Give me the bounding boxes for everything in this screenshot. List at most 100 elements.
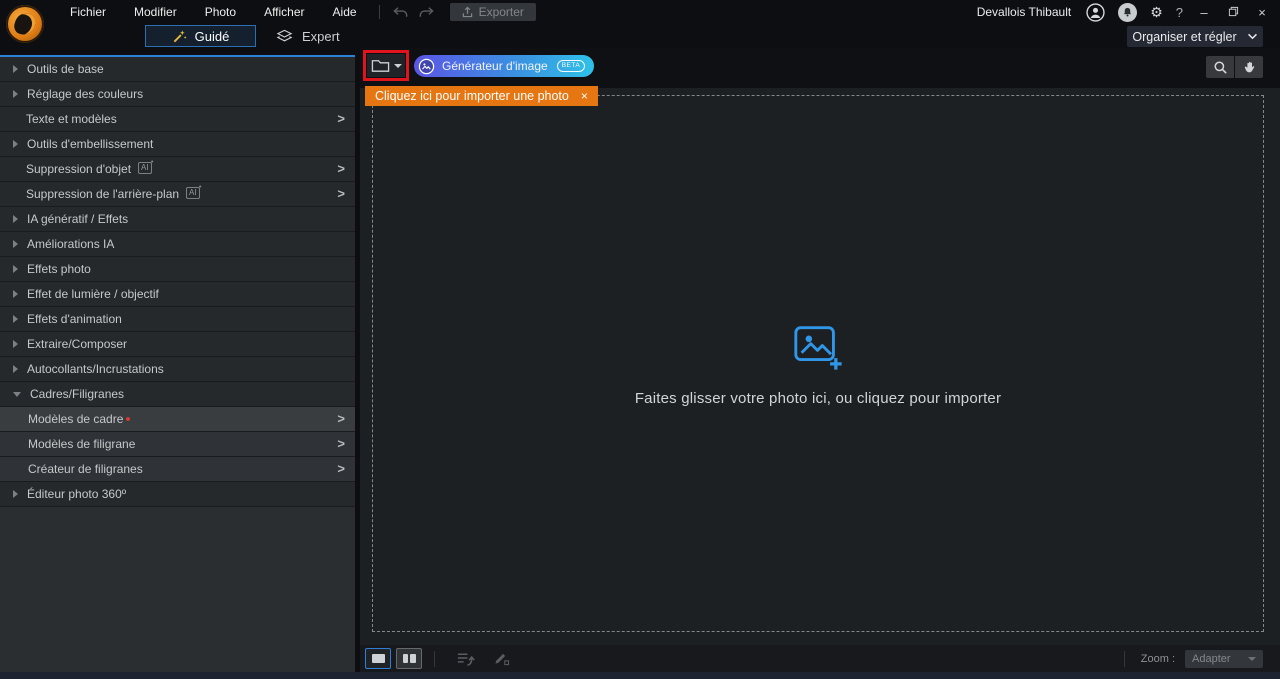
- tab-guided-label: Guidé: [194, 28, 230, 44]
- tab-guided[interactable]: Guidé: [145, 25, 256, 47]
- help-icon[interactable]: ?: [1176, 6, 1183, 19]
- account-avatar-icon[interactable]: [1086, 2, 1105, 22]
- sidebar-item-label: Outils d'embellissement: [27, 137, 154, 151]
- window-restore-icon[interactable]: [1225, 5, 1241, 20]
- sidebar-item-suppression-arriere-plan[interactable]: Suppression de l'arrière-plan AI >: [0, 182, 355, 207]
- expander-triangle-icon: [13, 140, 18, 148]
- sidebar-item-autocollants-incrustations[interactable]: Autocollants/Incrustations: [0, 357, 355, 382]
- zoom-controls: Zoom : Adapter: [1112, 645, 1280, 672]
- sidebar-item-editeur-photo-360[interactable]: Éditeur photo 360º: [0, 482, 355, 507]
- sidebar-item-label: Effets photo: [27, 262, 91, 276]
- image-generator-label: Générateur d'image: [442, 59, 548, 73]
- canvas-tools: [1206, 56, 1263, 78]
- sidebar-item-effets-animation[interactable]: Effets d'animation: [0, 307, 355, 332]
- chevron-right-icon: >: [337, 461, 345, 476]
- expander-triangle-icon: [13, 365, 18, 373]
- sidebar-item-label: Texte et modèles: [26, 112, 117, 126]
- chevron-right-icon: >: [337, 111, 345, 126]
- menu-aide[interactable]: Aide: [319, 0, 371, 24]
- sidebar-item-label: Extraire/Composer: [27, 337, 128, 351]
- export-icon: [462, 6, 473, 18]
- notifications-bell-icon[interactable]: [1118, 2, 1138, 22]
- tooltip-close-icon[interactable]: ×: [581, 89, 588, 103]
- compare-view-button[interactable]: [396, 648, 422, 669]
- add-image-icon: [791, 320, 845, 374]
- undo-icon[interactable]: [388, 3, 414, 21]
- expander-triangle-down-icon: [13, 392, 21, 397]
- expander-triangle-icon: [13, 340, 18, 348]
- sidebar-item-createur-de-filigranes[interactable]: Créateur de filigranes >: [0, 457, 355, 482]
- sidebar-item-label: Éditeur photo 360º: [27, 487, 127, 501]
- layers-icon: [276, 29, 293, 43]
- guided-tools-sidebar: Outils de base Réglage des couleurs Text…: [0, 55, 355, 679]
- sidebar-item-suppression-objet[interactable]: Suppression d'objet AI >: [0, 157, 355, 182]
- sidebar-item-outils-de-base[interactable]: Outils de base: [0, 57, 355, 82]
- expander-triangle-icon: [13, 65, 18, 73]
- export-button[interactable]: Exporter: [449, 3, 536, 21]
- menu-afficher[interactable]: Afficher: [250, 0, 318, 24]
- sidebar-item-label: Modèles de filigrane: [28, 437, 136, 451]
- zoom-level-value: Adapter: [1192, 652, 1231, 665]
- import-photo-tooltip[interactable]: Cliquez ici pour importer une photo ×: [365, 86, 598, 106]
- sidebar-item-label: Créateur de filigranes: [28, 462, 143, 476]
- sidebar-item-label: Suppression de l'arrière-plan: [26, 187, 180, 201]
- sidebar-item-label: Améliorations IA: [27, 237, 115, 251]
- dropdown-caret-icon: [1248, 656, 1256, 661]
- expander-triangle-icon: [13, 265, 18, 273]
- menu-photo[interactable]: Photo: [191, 0, 250, 24]
- split-view-icon-right: [410, 654, 416, 663]
- sidebar-item-modeles-de-cadre[interactable]: Modèles de cadre >: [0, 407, 355, 432]
- sidebar-item-outils-embellissement[interactable]: Outils d'embellissement: [0, 132, 355, 157]
- organize-label: Organiser et régler: [1132, 29, 1237, 44]
- sidebar-item-extraire-composer[interactable]: Extraire/Composer: [0, 332, 355, 357]
- menu-fichier[interactable]: Fichier: [56, 0, 120, 24]
- sidebar-item-texte-et-modeles[interactable]: Texte et modèles >: [0, 107, 355, 132]
- window-close-icon[interactable]: ×: [1254, 5, 1270, 20]
- sidebar-item-effets-photo[interactable]: Effets photo: [0, 257, 355, 282]
- edit-pencil-icon[interactable]: [493, 651, 510, 666]
- expander-triangle-icon: [13, 315, 18, 323]
- zoom-label: Zoom :: [1140, 652, 1175, 665]
- expander-triangle-icon: [13, 240, 18, 248]
- zoom-tool-button[interactable]: [1206, 56, 1234, 78]
- organize-adjust-dropdown[interactable]: Organiser et régler: [1127, 26, 1263, 47]
- divider: [1123, 650, 1125, 667]
- window-minimize-icon[interactable]: –: [1196, 5, 1212, 20]
- titlebar: Fichier Modifier Photo Afficher Aide Exp…: [0, 0, 1280, 43]
- redo-icon[interactable]: [414, 3, 440, 21]
- sidebar-item-ameliorations-ia[interactable]: Améliorations IA: [0, 232, 355, 257]
- expander-triangle-icon: [13, 490, 18, 498]
- ai-badge-icon: AI: [138, 162, 152, 174]
- sidebar-item-modeles-de-filigrane[interactable]: Modèles de filigrane >: [0, 432, 355, 457]
- sidebar-item-label: Modèles de cadre: [28, 412, 124, 426]
- apply-adjustments-icon[interactable]: [456, 651, 475, 667]
- ai-badge-icon: AI: [186, 187, 200, 199]
- main-workspace: Générateur d'image BETA Cliquez ici pour…: [360, 48, 1280, 679]
- expander-triangle-icon: [13, 215, 18, 223]
- chevron-right-icon: >: [337, 161, 345, 176]
- zoom-level-dropdown[interactable]: Adapter: [1185, 649, 1263, 668]
- titlebar-right: Devallois Thibault ⚙ ? – ×: [977, 0, 1270, 24]
- chevron-down-icon: [1247, 33, 1258, 40]
- sidebar-item-ia-generatif-effets[interactable]: IA génératif / Effets: [0, 207, 355, 232]
- settings-gear-icon[interactable]: ⚙: [1150, 5, 1163, 19]
- pan-hand-tool-button[interactable]: [1235, 56, 1263, 78]
- tab-expert[interactable]: Expert: [268, 25, 348, 47]
- image-generator-icon: [418, 58, 435, 75]
- chevron-right-icon: >: [337, 411, 345, 426]
- sidebar-item-label: Cadres/Filigranes: [30, 387, 125, 401]
- chevron-right-icon: >: [337, 186, 345, 201]
- chevron-right-icon: >: [337, 436, 345, 451]
- single-view-button[interactable]: [365, 648, 391, 669]
- image-generator-button[interactable]: Générateur d'image BETA: [414, 55, 595, 77]
- sidebar-item-label: Effet de lumière / objectif: [27, 287, 159, 301]
- single-view-icon: [371, 654, 385, 663]
- sidebar-item-effet-lumiere-objectif[interactable]: Effet de lumière / objectif: [0, 282, 355, 307]
- app-logo-icon: [6, 5, 44, 43]
- photo-dropzone[interactable]: Faites glisser votre photo ici, ou cliqu…: [372, 95, 1264, 632]
- sidebar-item-reglage-des-couleurs[interactable]: Réglage des couleurs: [0, 82, 355, 107]
- menu-modifier[interactable]: Modifier: [120, 0, 191, 24]
- photo-canvas: Faites glisser votre photo ici, ou cliqu…: [360, 88, 1280, 645]
- sidebar-item-cadres-filigranes[interactable]: Cadres/Filigranes: [0, 382, 355, 407]
- divider: [378, 5, 380, 19]
